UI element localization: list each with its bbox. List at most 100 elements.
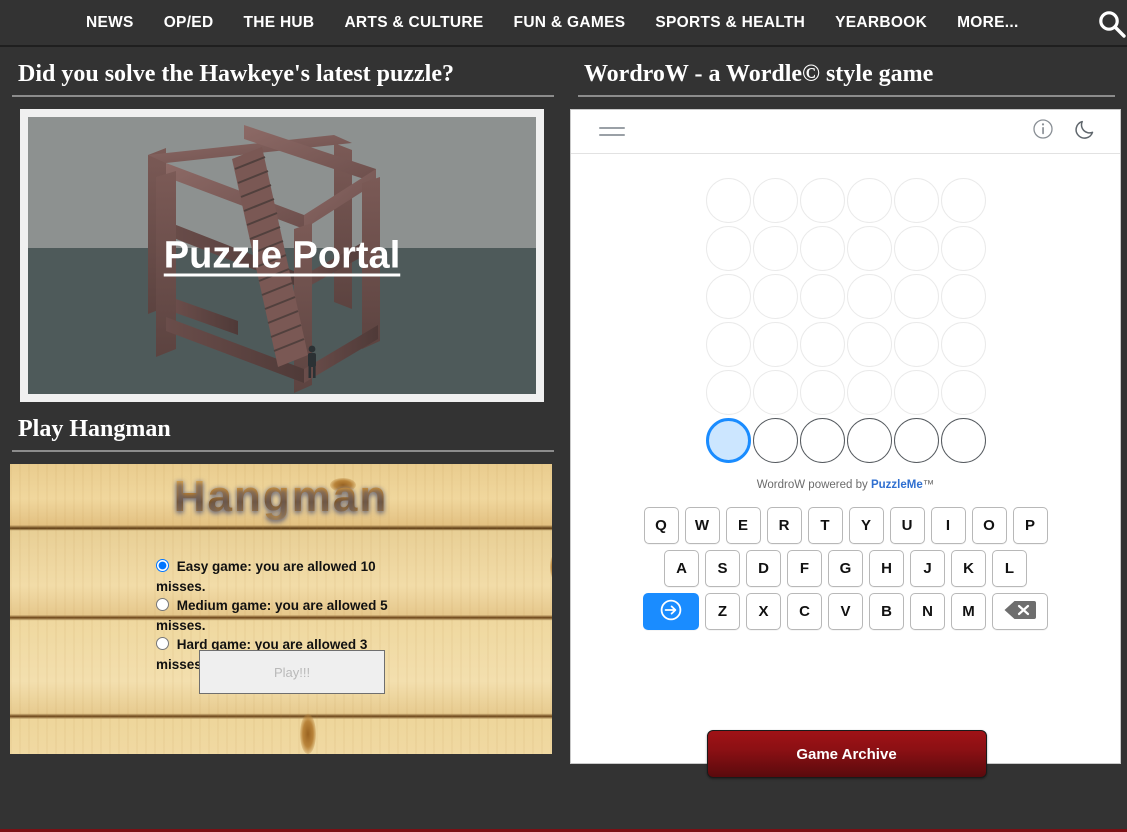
key-z[interactable]: Z bbox=[705, 593, 740, 630]
wordrow-credit-prefix: WordroW powered by bbox=[756, 479, 871, 491]
enter-key[interactable] bbox=[643, 593, 699, 630]
wordrow-cell[interactable] bbox=[799, 322, 845, 367]
key-i[interactable]: I bbox=[930, 507, 966, 544]
wordrow-row-active bbox=[705, 418, 986, 463]
keyboard-row-2: A S D F G H J K L bbox=[571, 550, 1120, 587]
puzzle-portal-label[interactable]: Puzzle Portal bbox=[28, 234, 536, 277]
key-u[interactable]: U bbox=[889, 507, 925, 544]
key-g[interactable]: G bbox=[828, 550, 863, 587]
wordrow-cell[interactable] bbox=[940, 178, 986, 223]
main-navigation: NEWS OP/ED THE HUB ARTS & CULTURE FUN & … bbox=[0, 0, 1127, 47]
nav-item-yearbook[interactable]: YEARBOOK bbox=[835, 14, 927, 32]
wordrow-section-title: WordroW - a Wordle© style game bbox=[584, 61, 934, 87]
nav-item-sports-health[interactable]: SPORTS & HEALTH bbox=[655, 14, 805, 32]
key-k[interactable]: K bbox=[951, 550, 986, 587]
key-o[interactable]: O bbox=[971, 507, 1007, 544]
key-n[interactable]: N bbox=[910, 593, 945, 630]
wordrow-cell[interactable] bbox=[893, 418, 939, 463]
key-v[interactable]: V bbox=[828, 593, 863, 630]
wordrow-cell[interactable] bbox=[705, 226, 751, 271]
wordrow-cell[interactable] bbox=[846, 322, 892, 367]
keyboard-row-1: Q W E R T Y U I O P bbox=[571, 507, 1120, 544]
key-t[interactable]: T bbox=[807, 507, 843, 544]
key-q[interactable]: Q bbox=[643, 507, 679, 544]
hangman-radio-hard[interactable] bbox=[156, 637, 169, 651]
game-archive-wrapper: Game Archive bbox=[566, 730, 1127, 778]
key-b[interactable]: B bbox=[869, 593, 904, 630]
wordrow-cell[interactable] bbox=[752, 418, 798, 463]
hangman-option-medium[interactable]: Medium game: you are allowed 5 misses. bbox=[156, 596, 406, 635]
wordrow-cell[interactable] bbox=[705, 178, 751, 223]
hangman-option-easy[interactable]: Easy game: you are allowed 10 misses. bbox=[156, 557, 406, 596]
wordrow-cell[interactable] bbox=[799, 274, 845, 319]
wordrow-row bbox=[705, 370, 986, 415]
hangman-option-medium-label: Medium game: you are allowed 5 misses. bbox=[156, 598, 388, 633]
hangman-game-panel: Hangman Easy game: you are allowed 10 mi… bbox=[10, 464, 552, 754]
game-archive-button[interactable]: Game Archive bbox=[706, 730, 987, 778]
hangman-option-easy-label: Easy game: you are allowed 10 misses. bbox=[156, 559, 376, 594]
wordrow-cell[interactable] bbox=[846, 178, 892, 223]
key-s[interactable]: S bbox=[705, 550, 740, 587]
wordrow-board bbox=[571, 178, 1120, 463]
wordrow-cell-selected[interactable] bbox=[705, 418, 751, 463]
wordrow-cell[interactable] bbox=[940, 418, 986, 463]
key-f[interactable]: F bbox=[787, 550, 822, 587]
backspace-key[interactable] bbox=[992, 593, 1048, 630]
info-icon[interactable] bbox=[1032, 118, 1054, 145]
wordrow-cell[interactable] bbox=[705, 370, 751, 415]
enter-arrow-icon bbox=[658, 597, 684, 627]
wordrow-cell[interactable] bbox=[799, 370, 845, 415]
wordrow-cell[interactable] bbox=[893, 274, 939, 319]
wordrow-cell[interactable] bbox=[752, 370, 798, 415]
key-a[interactable]: A bbox=[664, 550, 699, 587]
nav-item-news[interactable]: NEWS bbox=[86, 14, 134, 32]
search-icon[interactable] bbox=[1095, 8, 1127, 40]
wordrow-cell[interactable] bbox=[799, 178, 845, 223]
nav-item-the-hub[interactable]: THE HUB bbox=[243, 14, 314, 32]
key-y[interactable]: Y bbox=[848, 507, 884, 544]
wordrow-cell[interactable] bbox=[705, 274, 751, 319]
wordrow-cell[interactable] bbox=[799, 226, 845, 271]
wordrow-cell[interactable] bbox=[799, 418, 845, 463]
wordrow-cell[interactable] bbox=[893, 178, 939, 223]
wordrow-cell[interactable] bbox=[893, 370, 939, 415]
moon-icon[interactable] bbox=[1074, 117, 1098, 146]
wordrow-cell[interactable] bbox=[705, 322, 751, 367]
nav-item-oped[interactable]: OP/ED bbox=[164, 14, 214, 32]
wordrow-cell[interactable] bbox=[752, 226, 798, 271]
hamburger-menu-icon[interactable] bbox=[599, 122, 625, 141]
puzzle-portal-card[interactable]: Puzzle Portal bbox=[20, 109, 544, 402]
hangman-play-button[interactable]: Play!!! bbox=[199, 650, 385, 694]
key-c[interactable]: C bbox=[787, 593, 822, 630]
hangman-radio-easy[interactable] bbox=[156, 559, 169, 572]
key-w[interactable]: W bbox=[684, 507, 720, 544]
wordrow-cell[interactable] bbox=[893, 322, 939, 367]
wordrow-cell[interactable] bbox=[940, 370, 986, 415]
key-h[interactable]: H bbox=[869, 550, 904, 587]
wordrow-cell[interactable] bbox=[893, 226, 939, 271]
puzzleme-link[interactable]: PuzzleMe bbox=[871, 479, 923, 491]
hangman-radio-medium[interactable] bbox=[156, 598, 169, 612]
wordrow-credit-suffix: ™ bbox=[922, 479, 935, 491]
wordrow-cell[interactable] bbox=[846, 370, 892, 415]
wordrow-cell[interactable] bbox=[940, 226, 986, 271]
key-e[interactable]: E bbox=[725, 507, 761, 544]
nav-item-arts-culture[interactable]: ARTS & CULTURE bbox=[344, 14, 483, 32]
key-p[interactable]: P bbox=[1012, 507, 1048, 544]
nav-item-fun-games[interactable]: FUN & GAMES bbox=[514, 14, 626, 32]
key-x[interactable]: X bbox=[746, 593, 781, 630]
key-l[interactable]: L bbox=[992, 550, 1027, 587]
key-d[interactable]: D bbox=[746, 550, 781, 587]
wordrow-cell[interactable] bbox=[752, 274, 798, 319]
wordrow-cell[interactable] bbox=[846, 274, 892, 319]
wordrow-cell[interactable] bbox=[940, 274, 986, 319]
nav-item-more[interactable]: MORE... bbox=[957, 14, 1019, 32]
wordrow-cell[interactable] bbox=[846, 226, 892, 271]
wordrow-cell[interactable] bbox=[940, 322, 986, 367]
key-m[interactable]: M bbox=[951, 593, 986, 630]
wordrow-cell[interactable] bbox=[752, 322, 798, 367]
key-j[interactable]: J bbox=[910, 550, 945, 587]
wordrow-cell[interactable] bbox=[846, 418, 892, 463]
wordrow-cell[interactable] bbox=[752, 178, 798, 223]
key-r[interactable]: R bbox=[766, 507, 802, 544]
